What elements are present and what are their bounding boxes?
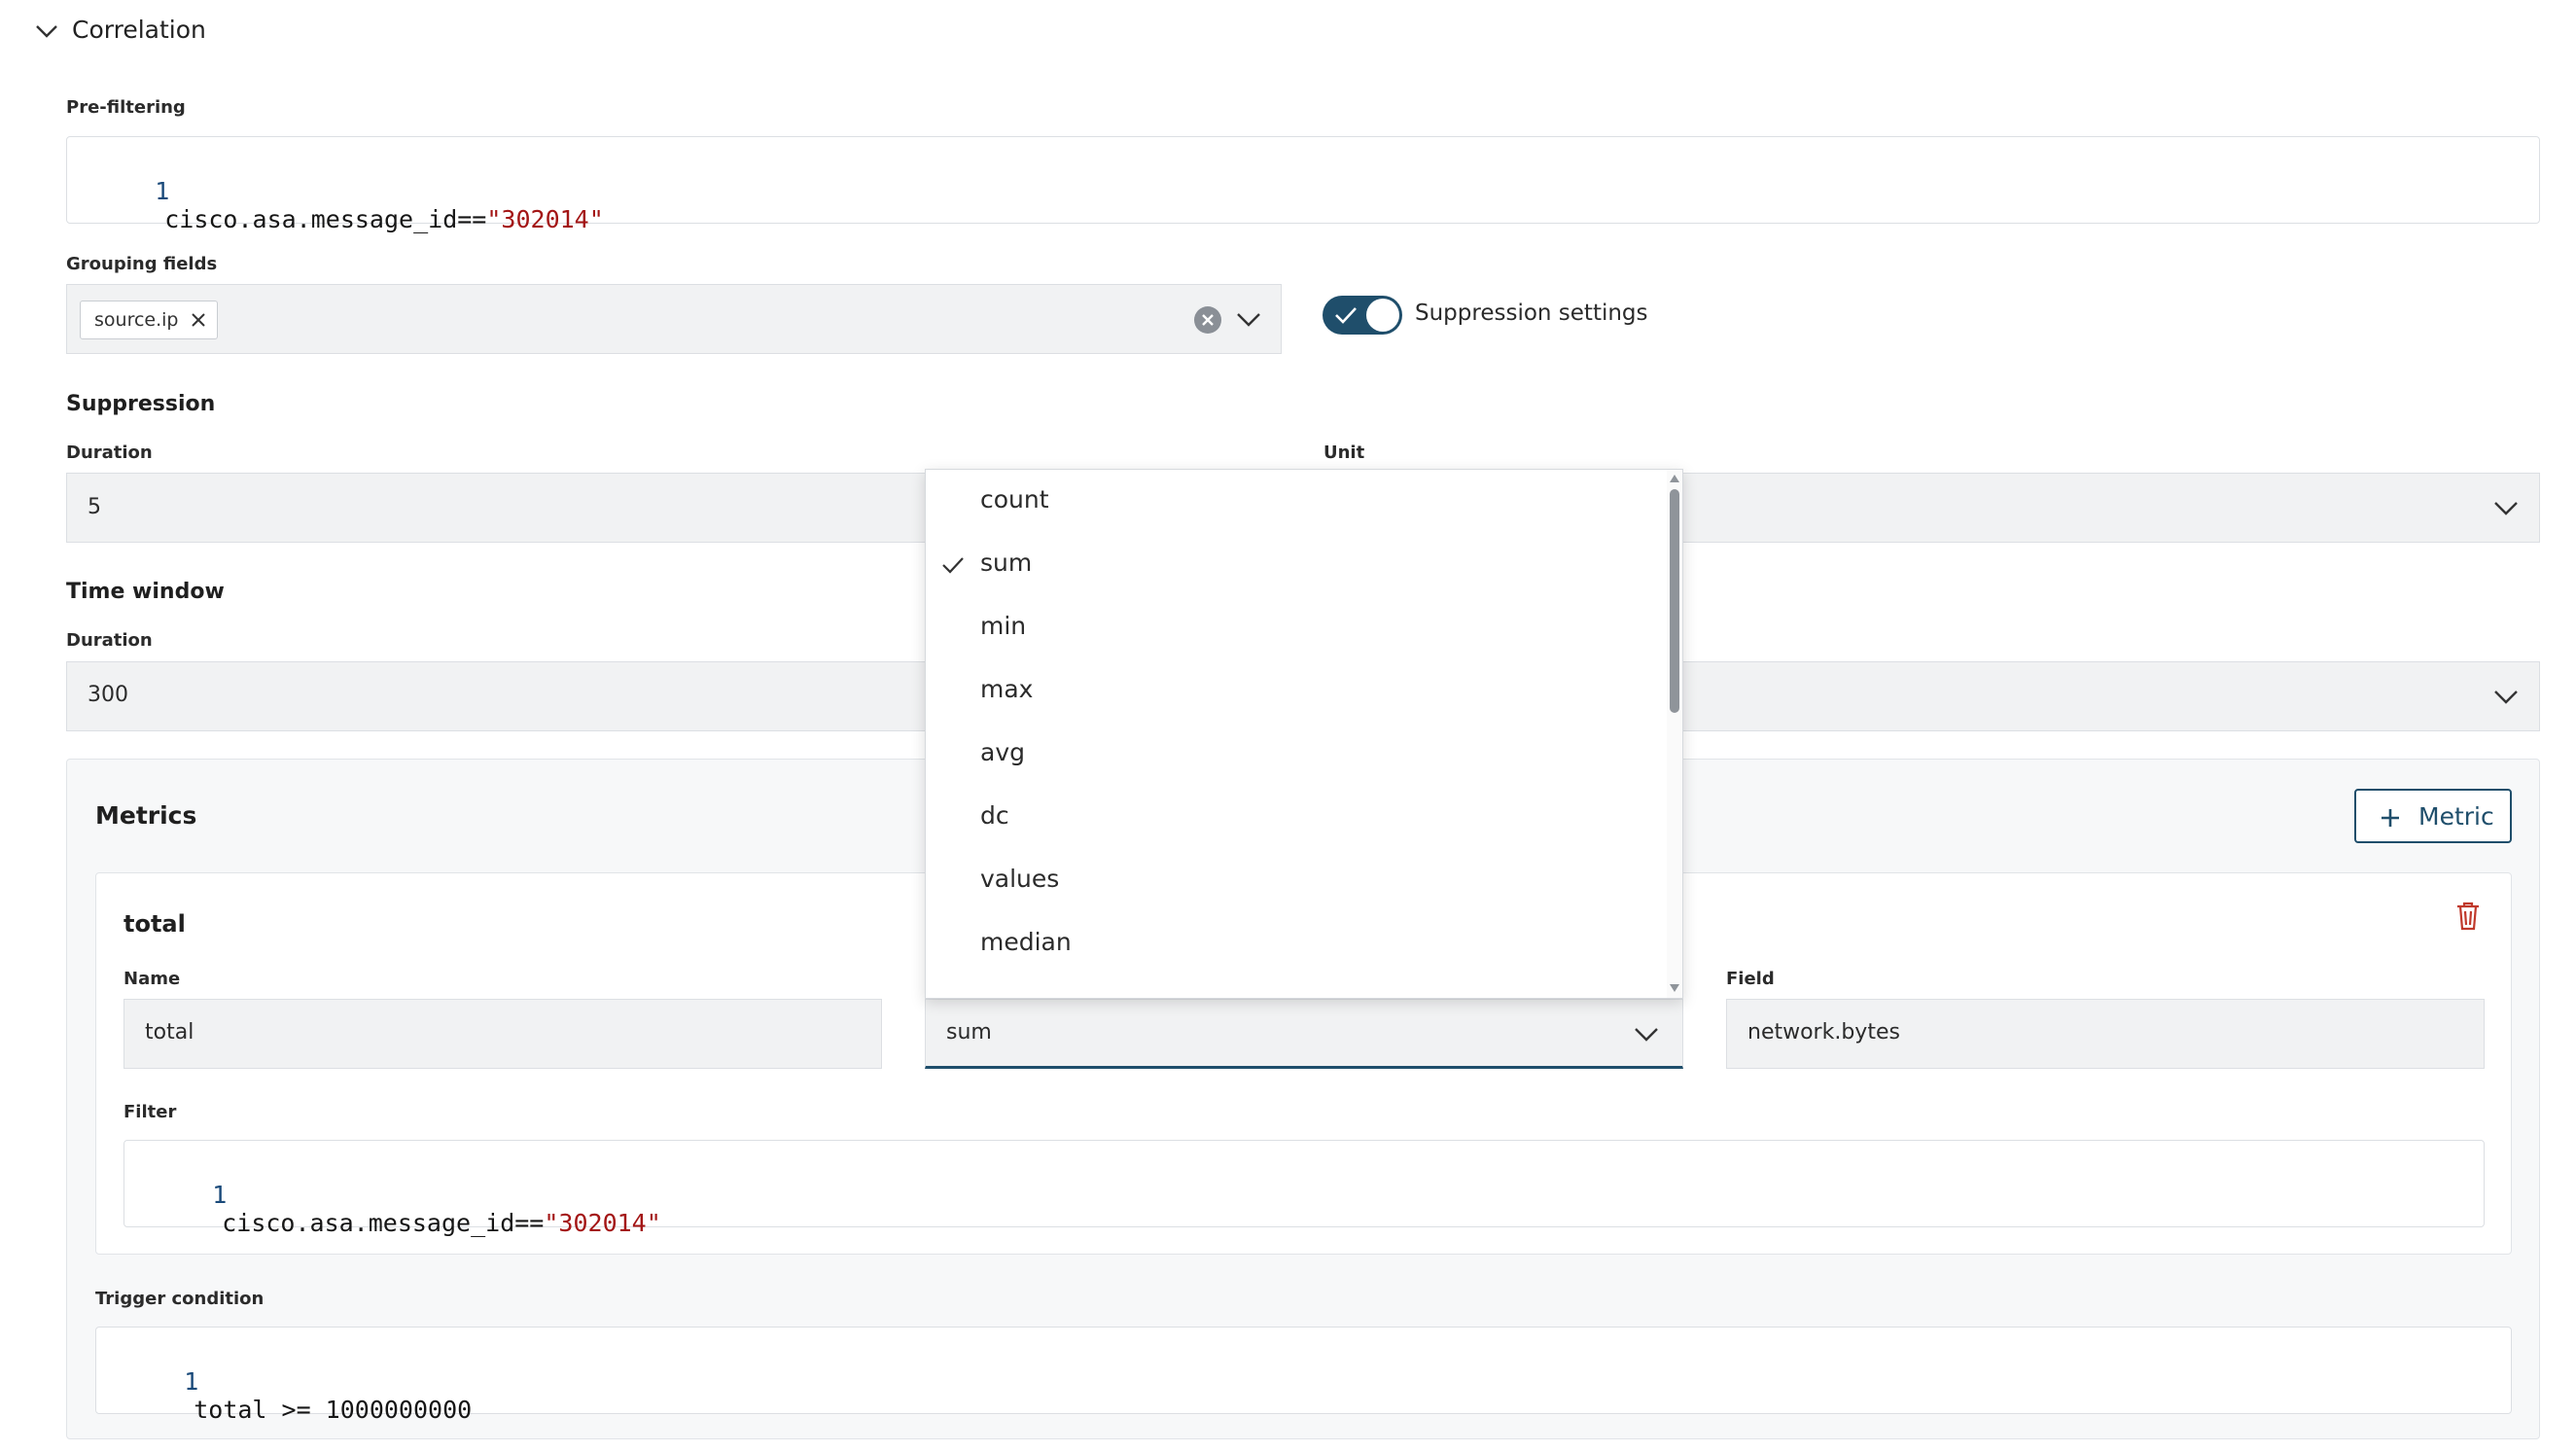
dropdown-scrollbar[interactable] xyxy=(1667,470,1682,998)
add-metric-button[interactable]: Metric xyxy=(2354,789,2512,843)
dropdown-option[interactable]: max xyxy=(926,659,1667,722)
dropdown-option[interactable]: count xyxy=(926,470,1667,532)
metric-function-select[interactable]: sum xyxy=(925,999,1683,1069)
grouping-multiselect[interactable]: source.ip xyxy=(66,284,1282,354)
function-dropdown-menu[interactable]: count sum min max avg dc values median xyxy=(925,469,1683,999)
trigger-code-editor[interactable]: 1 total >= 1000000000 xyxy=(95,1327,2512,1424)
suppression-title: Suppression xyxy=(66,392,216,416)
tag-chip: source.ip xyxy=(80,301,219,339)
code-string: "302014" xyxy=(486,205,604,233)
metrics-title: Metrics xyxy=(95,801,197,830)
metric-field-label: Field xyxy=(1726,969,1775,989)
section-title: Correlation xyxy=(72,16,206,44)
dropdown-option[interactable]: values xyxy=(926,849,1667,911)
chevron-down-icon[interactable] xyxy=(1234,306,1263,334)
trigger-label: Trigger condition xyxy=(95,1289,265,1309)
suppression-toggle[interactable] xyxy=(1323,296,1402,335)
suppression-toggle-label: Suppression settings xyxy=(1415,301,1648,326)
metric-name-label: Name xyxy=(124,969,181,989)
metric-filter-label: Filter xyxy=(124,1102,177,1122)
line-number: 1 xyxy=(212,1181,228,1209)
metric-card-title: total xyxy=(124,910,186,938)
dropdown-option[interactable]: avg xyxy=(926,723,1667,785)
trash-icon[interactable] xyxy=(2454,901,2482,932)
check-icon xyxy=(942,557,964,574)
suppression-unit-label: Unit xyxy=(1323,443,1365,463)
prefilter-code-editor[interactable]: 1 cisco.asa.message_id=="302014" xyxy=(66,136,2540,233)
toggle-knob xyxy=(1366,299,1399,332)
metric-filter-code-editor[interactable]: 1 cisco.asa.message_id=="302014" xyxy=(124,1140,2485,1237)
chevron-down-icon xyxy=(36,25,57,38)
grouping-label: Grouping fields xyxy=(66,254,218,274)
line-number: 1 xyxy=(155,177,170,205)
scroll-down-arrow-icon[interactable] xyxy=(1669,983,1680,993)
clear-icon[interactable] xyxy=(1193,305,1222,335)
chevron-down-icon xyxy=(1635,1028,1658,1042)
tag-label: source.ip xyxy=(94,309,179,331)
code-text: cisco.asa.message_id== xyxy=(164,205,487,233)
scrollbar-thumb[interactable] xyxy=(1670,489,1679,713)
scroll-up-arrow-icon[interactable] xyxy=(1669,474,1680,483)
check-icon xyxy=(1335,307,1357,324)
dropdown-option[interactable]: median xyxy=(926,912,1667,974)
metric-name-input[interactable]: total xyxy=(124,999,882,1069)
metric-field-input[interactable]: network.bytes xyxy=(1726,999,2485,1069)
line-number: 1 xyxy=(184,1367,199,1396)
code-text: total >= 1000000000 xyxy=(194,1396,473,1424)
suppression-duration-label: Duration xyxy=(66,443,153,463)
code-string: "302014" xyxy=(544,1209,661,1237)
code-text: cisco.asa.message_id== xyxy=(222,1209,545,1237)
chevron-down-icon xyxy=(2494,691,2518,704)
dropdown-option[interactable]: min xyxy=(926,596,1667,658)
dropdown-option[interactable]: dc xyxy=(926,786,1667,848)
remove-tag-icon[interactable] xyxy=(190,311,207,329)
prefilter-label: Pre-filtering xyxy=(66,97,186,118)
plus-icon xyxy=(2382,809,2399,827)
time-window-duration-label: Duration xyxy=(66,630,153,651)
chevron-down-icon xyxy=(2494,502,2518,515)
time-window-title: Time window xyxy=(66,580,225,604)
dropdown-option-selected[interactable]: sum xyxy=(926,533,1667,595)
